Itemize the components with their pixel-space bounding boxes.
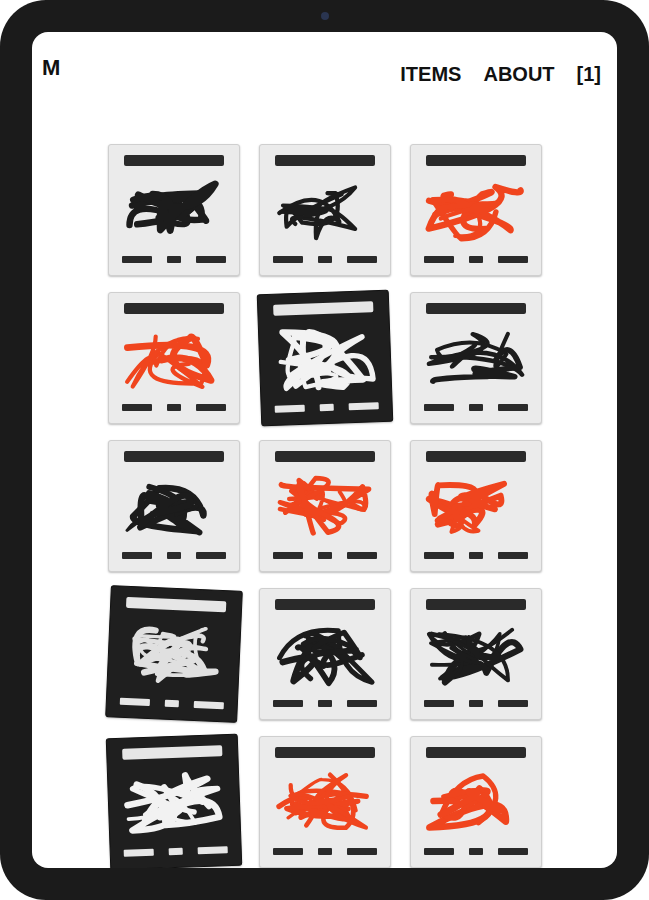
label-print	[273, 301, 373, 315]
product-label[interactable]	[259, 736, 391, 868]
scribble-icon	[420, 324, 532, 394]
nav-link[interactable]: ABOUT	[483, 60, 554, 88]
scribble-icon	[118, 472, 230, 542]
label-print	[122, 552, 226, 559]
product-label[interactable]	[259, 588, 391, 720]
scribble-icon	[116, 766, 230, 840]
label-print	[275, 747, 375, 758]
scribble-icon	[420, 768, 532, 838]
label-print	[273, 256, 377, 263]
label-print	[122, 256, 226, 263]
scribble-icon	[269, 768, 381, 838]
product-label[interactable]	[108, 440, 240, 572]
label-print	[124, 155, 224, 166]
label-print	[273, 848, 377, 855]
label-print	[124, 303, 224, 314]
label-print	[426, 599, 526, 610]
product-label[interactable]	[108, 144, 240, 276]
screen: M ITEMS ABOUT [1]	[32, 32, 617, 868]
product-label[interactable]	[105, 585, 243, 723]
scribble-icon	[420, 620, 532, 690]
product-grid	[108, 144, 542, 868]
scribble-icon	[420, 472, 532, 542]
scribble-icon	[267, 322, 381, 396]
label-print	[424, 404, 528, 411]
product-label[interactable]	[410, 292, 542, 424]
label-print	[125, 597, 225, 612]
tablet-frame: M ITEMS ABOUT [1]	[0, 0, 649, 900]
label-print	[273, 552, 377, 559]
nav: ITEMS ABOUT [1]	[400, 60, 601, 88]
product-label[interactable]	[410, 588, 542, 720]
label-print	[424, 700, 528, 707]
label-print	[274, 402, 378, 413]
scribble-icon	[118, 324, 230, 394]
label-print	[273, 700, 377, 707]
product-label[interactable]	[410, 736, 542, 868]
scribble-icon	[269, 620, 381, 690]
logo[interactable]: M	[42, 54, 59, 82]
camera-icon	[321, 12, 329, 20]
header: M ITEMS ABOUT [1]	[32, 32, 617, 86]
label-print	[426, 303, 526, 314]
label-print	[426, 155, 526, 166]
label-print	[426, 747, 526, 758]
nav-link[interactable]: [1]	[577, 60, 601, 88]
label-print	[424, 848, 528, 855]
product-label[interactable]	[105, 734, 242, 868]
label-print	[424, 256, 528, 263]
scribble-icon	[118, 176, 230, 246]
scribble-icon	[269, 176, 381, 246]
product-label[interactable]	[259, 144, 391, 276]
label-print	[123, 846, 227, 857]
label-print	[119, 698, 223, 710]
scribble-icon	[269, 472, 381, 542]
product-label[interactable]	[259, 440, 391, 572]
scribble-icon	[420, 176, 532, 246]
product-label[interactable]	[410, 440, 542, 572]
label-print	[275, 155, 375, 166]
label-print	[122, 404, 226, 411]
scribble-icon	[116, 618, 231, 693]
label-print	[122, 745, 222, 759]
label-print	[275, 599, 375, 610]
label-print	[424, 552, 528, 559]
product-label[interactable]	[256, 290, 393, 427]
label-print	[124, 451, 224, 462]
nav-link[interactable]: ITEMS	[400, 60, 461, 88]
label-print	[275, 451, 375, 462]
label-print	[426, 451, 526, 462]
product-label[interactable]	[108, 292, 240, 424]
product-label[interactable]	[410, 144, 542, 276]
